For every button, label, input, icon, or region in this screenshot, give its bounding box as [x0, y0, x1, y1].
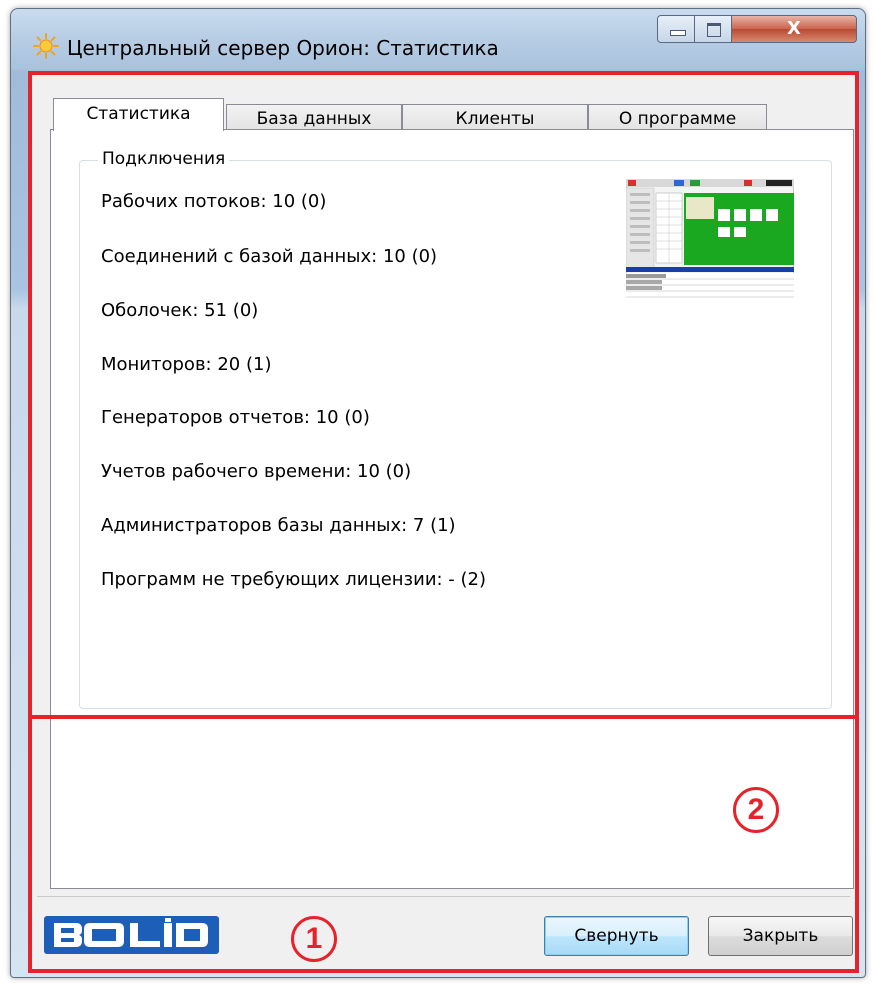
minimize-window-button[interactable] [657, 15, 695, 43]
tab-statistics[interactable]: Статистика [53, 98, 224, 131]
annotation-frame-1 [28, 715, 859, 973]
app-window: Центральный сервер Орион: Статистика X С… [10, 8, 866, 978]
callout-1: 1 [291, 916, 337, 962]
title-bar[interactable]: Центральный сервер Орион: Статистика X [11, 9, 865, 73]
close-window-button[interactable]: X [731, 15, 857, 43]
maximize-icon [707, 23, 721, 37]
sun-icon [33, 33, 59, 59]
annotation-frame-2 [28, 71, 859, 719]
window-title: Центральный сервер Орион: Статистика [67, 36, 499, 60]
close-icon: X [787, 18, 801, 39]
minimize-icon [670, 30, 686, 36]
callout-2: 2 [733, 787, 779, 833]
maximize-window-button[interactable] [694, 15, 732, 43]
